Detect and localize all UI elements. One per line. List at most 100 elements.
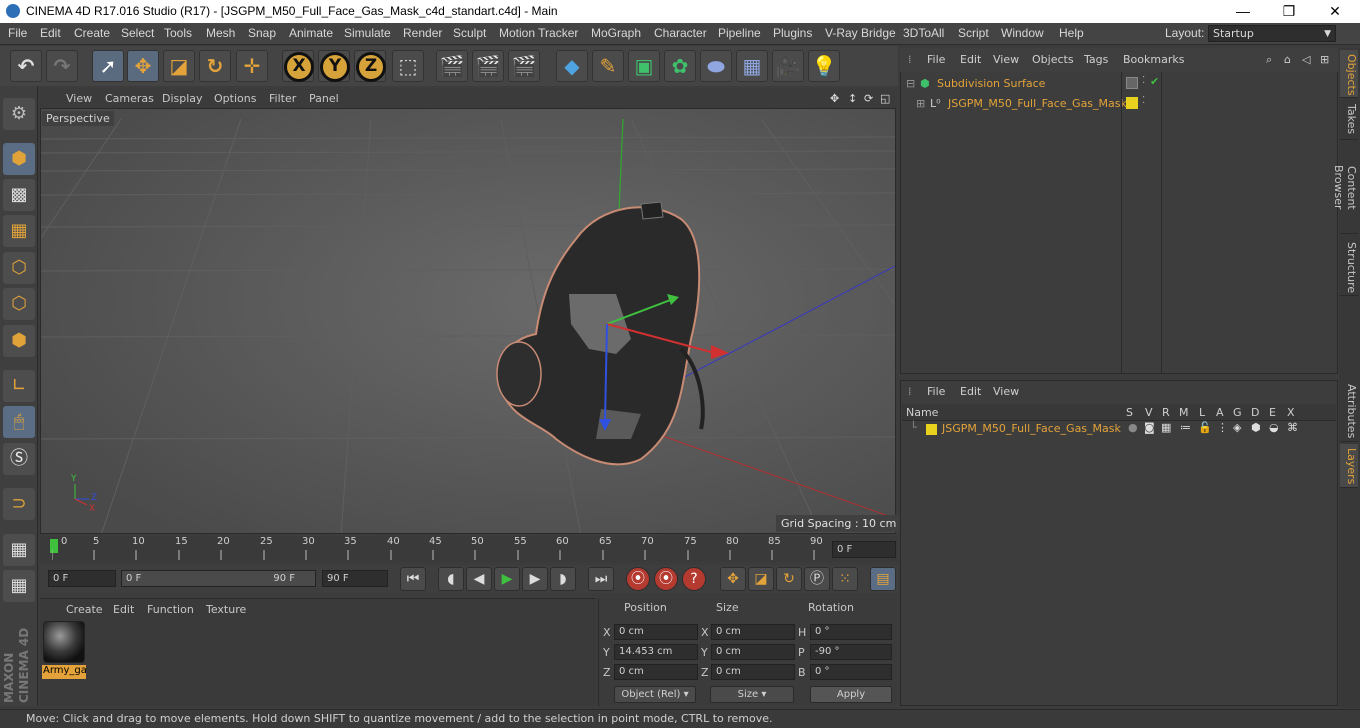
animation-icon[interactable]: ⋮ bbox=[1217, 421, 1228, 434]
viewport-menu-display[interactable]: Display bbox=[162, 92, 203, 105]
key-position-button[interactable]: ✥ bbox=[720, 567, 746, 591]
menu-plugins[interactable]: Plugins bbox=[773, 26, 812, 40]
objects-menu-tags[interactable]: Tags bbox=[1084, 53, 1108, 66]
add-camera-button[interactable]: 🎥 bbox=[772, 50, 804, 82]
workplane-lock-button[interactable]: ▦ bbox=[3, 534, 35, 566]
enabled-check-icon[interactable]: ✔ bbox=[1150, 75, 1159, 88]
add-array-button[interactable]: ✿ bbox=[664, 50, 696, 82]
previous-key-button[interactable]: ◖ bbox=[438, 567, 464, 591]
menu-mograph[interactable]: MoGraph bbox=[591, 26, 641, 40]
workplane-mode-button[interactable]: ▦ bbox=[3, 215, 35, 247]
rotate-tool-button[interactable]: ↻ bbox=[199, 50, 231, 82]
objects-menu-file[interactable]: File bbox=[927, 53, 945, 66]
menu-file[interactable]: File bbox=[8, 26, 27, 40]
visibility-dots-icon[interactable]: ⁚ bbox=[1142, 95, 1145, 106]
play-button[interactable]: ▶ bbox=[494, 567, 520, 591]
max-frame-input[interactable]: 90 F bbox=[322, 570, 388, 587]
tab-objects[interactable]: Objects bbox=[1340, 50, 1358, 98]
menu-help[interactable]: Help bbox=[1059, 26, 1084, 40]
size-mode-dropdown[interactable]: Size ▾ bbox=[710, 686, 794, 703]
live-selection-button[interactable]: ➚ bbox=[92, 50, 124, 82]
tab-content-browser[interactable]: Content Browser bbox=[1332, 142, 1358, 234]
make-editable-button[interactable]: ⚙ bbox=[3, 98, 35, 130]
viewport-menu-view[interactable]: View bbox=[66, 92, 92, 105]
close-button[interactable]: ✕ bbox=[1312, 0, 1358, 23]
tweak-mode-button[interactable]: 🖱 bbox=[3, 406, 35, 438]
redo-button[interactable]: ↷ bbox=[46, 50, 78, 82]
render-settings-button[interactable]: 🎬 bbox=[508, 50, 540, 82]
current-frame-input[interactable]: 0 F bbox=[48, 570, 116, 587]
enable-magnet-button[interactable]: ⊃ bbox=[3, 488, 35, 520]
x-axis-lock-button[interactable]: X bbox=[282, 50, 314, 82]
layer-color-icon[interactable] bbox=[926, 424, 937, 435]
scale-tool-button[interactable]: ◪ bbox=[163, 50, 195, 82]
coordinate-mode-dropdown[interactable]: Object (Rel) ▾ bbox=[614, 686, 696, 703]
home-icon[interactable]: ⌂ bbox=[1284, 53, 1291, 66]
tab-attributes[interactable]: Attributes bbox=[1340, 380, 1358, 442]
rot-h-field[interactable]: 0 ° bbox=[810, 624, 892, 640]
layers-menu-edit[interactable]: Edit bbox=[960, 385, 981, 398]
menu-character[interactable]: Character bbox=[654, 26, 707, 40]
render-clapper-icon[interactable]: ▦ bbox=[1161, 421, 1171, 434]
visibility-dots-icon[interactable]: ⁚ bbox=[1142, 75, 1145, 86]
objects-menu-objects[interactable]: Objects bbox=[1032, 53, 1074, 66]
material-menu-texture[interactable]: Texture bbox=[206, 603, 246, 616]
keyframe-selection-button[interactable]: ? bbox=[682, 567, 706, 591]
timeline-ruler[interactable]: 0 5 10 15 20 25 30 35 40 45 50 55 60 65 … bbox=[40, 536, 898, 562]
new-window-icon[interactable]: ⊞ bbox=[1320, 53, 1329, 66]
autokeying-button[interactable]: ⦿ bbox=[654, 567, 678, 591]
next-key-button[interactable]: ◗ bbox=[550, 567, 576, 591]
menu-window[interactable]: Window bbox=[1001, 26, 1044, 40]
pos-x-field[interactable]: 0 cm bbox=[614, 624, 698, 640]
apply-button[interactable]: Apply bbox=[810, 686, 892, 703]
frame-range-slider[interactable]: 0 F 90 F bbox=[121, 570, 316, 587]
column-generators[interactable]: G bbox=[1233, 406, 1242, 419]
3d-viewport[interactable]: Y Z X bbox=[40, 108, 896, 534]
points-mode-button[interactable]: ⬡ bbox=[3, 252, 35, 284]
material-menu-edit[interactable]: Edit bbox=[113, 603, 134, 616]
render-view-button[interactable]: 🎬 bbox=[436, 50, 468, 82]
move-tool-button[interactable]: ✥ bbox=[127, 50, 159, 82]
object-row-gas-mask[interactable]: ⊞ L⁰ JSGPM_M50_Full_Face_Gas_Mask bbox=[902, 95, 1127, 113]
recent-tools-button[interactable]: ✛ bbox=[236, 50, 268, 82]
viewport-menu-cameras[interactable]: Cameras bbox=[105, 92, 154, 105]
viewport-menu-filter[interactable]: Filter bbox=[269, 92, 296, 105]
menu-render[interactable]: Render bbox=[403, 26, 442, 40]
minimize-button[interactable]: — bbox=[1220, 0, 1266, 23]
menu-select[interactable]: Select bbox=[121, 26, 154, 40]
menu-snap[interactable]: Snap bbox=[248, 26, 276, 40]
expand-icon[interactable]: ⊞ bbox=[916, 95, 925, 113]
menu-simulate[interactable]: Simulate bbox=[344, 26, 391, 40]
menu-script[interactable]: Script bbox=[958, 26, 989, 40]
tab-takes[interactable]: Takes bbox=[1340, 100, 1358, 140]
object-row-subdivision-surface[interactable]: ⊟ ⬢ Subdivision Surface bbox=[902, 75, 1120, 93]
deformer-icon[interactable]: ⬢ bbox=[1251, 421, 1261, 434]
material-name-label[interactable]: Army_ga bbox=[42, 665, 86, 679]
menu-sculpt[interactable]: Sculpt bbox=[453, 26, 486, 40]
pos-y-field[interactable]: 14.453 cm bbox=[614, 644, 698, 660]
go-to-start-button[interactable]: ⏮ bbox=[400, 567, 426, 591]
y-axis-lock-button[interactable]: Y bbox=[318, 50, 350, 82]
layer-swatch-icon[interactable] bbox=[1126, 77, 1138, 89]
pos-z-field[interactable]: 0 cm bbox=[614, 664, 698, 680]
column-deformers[interactable]: D bbox=[1251, 406, 1259, 419]
column-expressions[interactable]: E bbox=[1269, 406, 1276, 419]
eye-icon[interactable]: ◙ bbox=[1144, 421, 1155, 434]
search-icon[interactable]: ⌕ bbox=[1266, 53, 1272, 67]
layout-dropdown[interactable]: Startup ▼ bbox=[1208, 25, 1336, 42]
expression-icon[interactable]: ◒ bbox=[1269, 421, 1279, 434]
add-deformer-button[interactable]: ⬬ bbox=[700, 50, 732, 82]
record-keys-button[interactable]: ⦿ bbox=[626, 567, 650, 591]
layers-menu-view[interactable]: View bbox=[993, 385, 1019, 398]
menu-motion-tracker[interactable]: Motion Tracker bbox=[499, 26, 578, 40]
layer-color-icon[interactable] bbox=[1126, 97, 1138, 109]
add-floor-button[interactable]: ▦ bbox=[736, 50, 768, 82]
edges-mode-button[interactable]: ⬡ bbox=[3, 288, 35, 320]
xref-icon[interactable]: ⌘ bbox=[1287, 421, 1298, 434]
column-render[interactable]: R bbox=[1162, 406, 1170, 419]
current-frame-field[interactable]: 0 F bbox=[832, 541, 896, 558]
material-thumbnail[interactable] bbox=[43, 621, 85, 663]
render-picture-viewer-button[interactable]: 🎬 bbox=[472, 50, 504, 82]
column-name[interactable]: Name bbox=[906, 406, 938, 419]
menu-tools[interactable]: Tools bbox=[164, 26, 192, 40]
